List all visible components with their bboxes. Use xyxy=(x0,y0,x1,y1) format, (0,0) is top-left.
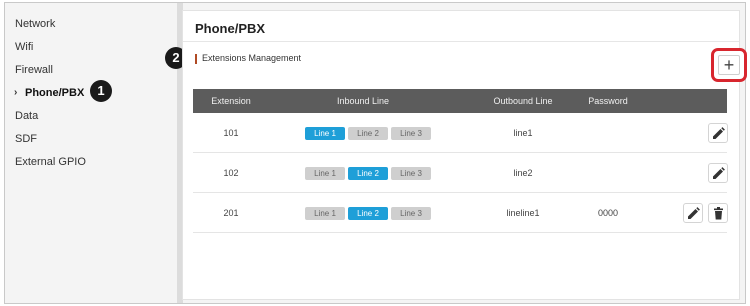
pencil-icon xyxy=(713,167,725,179)
pencil-icon xyxy=(713,127,725,139)
section-accent-bar xyxy=(195,54,197,64)
sidebar-item-phone-pbx[interactable]: › Phone/PBX xyxy=(14,86,85,100)
outbound-cell: line2 xyxy=(513,168,533,178)
column-header-outbound-line: Outbound Line xyxy=(493,96,553,106)
line-1-toggle[interactable]: Line 1 xyxy=(305,127,345,140)
column-header-password: Password xyxy=(588,96,628,106)
line-2-toggle[interactable]: Line 2 xyxy=(348,167,388,180)
title-divider xyxy=(183,41,739,42)
sidebar: Network Wifi Firewall › Phone/PBX Data S… xyxy=(5,3,177,303)
trash-icon xyxy=(714,207,723,220)
line-1-toggle[interactable]: Line 1 xyxy=(305,207,345,220)
sidebar-item-wifi[interactable]: Wifi xyxy=(15,40,33,54)
password-cell xyxy=(573,113,643,153)
sidebar-item-data[interactable]: Data xyxy=(15,109,38,123)
outbound-cell: line1 xyxy=(513,128,533,138)
edit-button[interactable] xyxy=(708,123,728,143)
delete-button[interactable] xyxy=(708,203,728,223)
sidebar-item-firewall[interactable]: Firewall xyxy=(15,63,53,77)
edit-button[interactable] xyxy=(708,163,728,183)
sidebar-item-sdf[interactable]: SDF xyxy=(15,132,37,146)
line-3-toggle[interactable]: Line 3 xyxy=(391,167,431,180)
edit-button[interactable] xyxy=(683,203,703,223)
pencil-icon xyxy=(688,207,700,219)
callout-marker-1: 1 xyxy=(90,80,112,102)
column-header-extension: Extension xyxy=(211,96,251,106)
section-title: Extensions Management xyxy=(202,53,302,63)
page-title: Phone/PBX xyxy=(195,21,266,36)
extension-cell: 201 xyxy=(223,208,239,218)
table-header: Extension Inbound Line Outbound Line Pas… xyxy=(193,89,727,113)
chevron-right-icon: › xyxy=(14,87,18,98)
table-row: 101 Line 1 Line 2 Line 3 line1 xyxy=(193,113,728,153)
table-row: 201 Line 1 Line 2 Line 3 lineline1 0000 xyxy=(193,193,728,233)
line-3-toggle[interactable]: Line 3 xyxy=(391,127,431,140)
sidebar-item-label: Phone/PBX xyxy=(25,87,85,99)
line-2-toggle[interactable]: Line 2 xyxy=(348,127,388,140)
add-extension-button[interactable]: + xyxy=(711,48,747,82)
extension-cell: 102 xyxy=(223,168,239,178)
column-header-inbound-line: Inbound Line xyxy=(336,96,390,106)
table-row: 102 Line 1 Line 2 Line 3 line2 xyxy=(193,153,728,193)
sidebar-item-network[interactable]: Network xyxy=(15,17,55,31)
password-cell: 0000 xyxy=(597,208,619,218)
line-2-toggle[interactable]: Line 2 xyxy=(348,207,388,220)
sidebar-item-external-gpio[interactable]: External GPIO xyxy=(15,155,86,169)
extension-cell: 101 xyxy=(223,128,239,138)
password-cell xyxy=(573,153,643,193)
line-3-toggle[interactable]: Line 3 xyxy=(391,207,431,220)
plus-icon: + xyxy=(718,55,740,75)
phone-pbx-panel: Phone/PBX Extensions Management + Extens… xyxy=(182,10,747,300)
line-1-toggle[interactable]: Line 1 xyxy=(305,167,345,180)
outbound-cell: lineline1 xyxy=(506,208,540,218)
